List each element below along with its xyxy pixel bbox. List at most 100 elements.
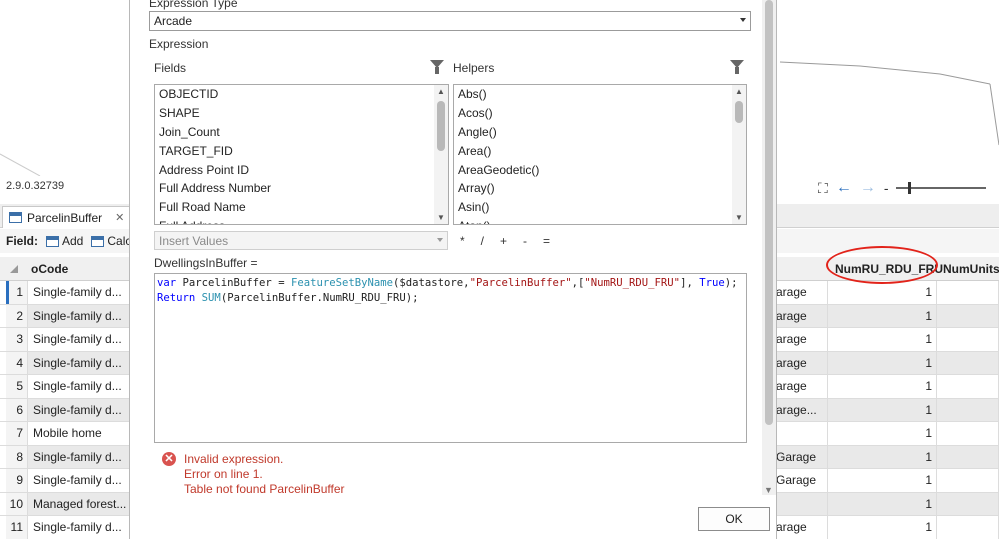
cell-garage[interactable]: arage bbox=[772, 304, 828, 327]
header-numru-rdu-fru[interactable]: NumRU_RDU_FRU bbox=[835, 262, 943, 276]
fit-extent-icon[interactable]: ⛶ bbox=[818, 180, 828, 197]
header-numunits[interactable]: NumUnits_ bbox=[943, 262, 999, 276]
cell-garage[interactable]: Garage bbox=[772, 445, 828, 468]
row-number[interactable]: 3 bbox=[6, 328, 28, 351]
field-list-item[interactable]: SHAPE bbox=[155, 104, 448, 123]
helper-list-item[interactable]: Atan() bbox=[454, 217, 746, 224]
dialog-scrollbar[interactable]: ▼ bbox=[762, 0, 776, 495]
scroll-thumb[interactable] bbox=[735, 101, 743, 123]
cell-garage[interactable]: Garage bbox=[772, 469, 828, 492]
helpers-list[interactable]: Abs() Acos() Angle() Area() AreaGeodetic() Ar… bbox=[453, 84, 747, 225]
cell-code[interactable]: Single-family d... bbox=[28, 469, 130, 492]
field-list-item[interactable]: Address Point ID bbox=[155, 161, 448, 180]
cell-numunits[interactable] bbox=[937, 516, 999, 539]
cell-code[interactable]: Single-family d... bbox=[28, 281, 130, 304]
expression-type-select[interactable]: Arcade bbox=[149, 11, 751, 31]
helper-list-item[interactable]: Acos() bbox=[454, 104, 746, 123]
field-list-item[interactable]: OBJECTID bbox=[155, 85, 448, 104]
cell-code[interactable]: Single-family d... bbox=[28, 445, 130, 468]
insert-values-select[interactable]: Insert Values bbox=[154, 231, 448, 250]
row-number[interactable]: 4 bbox=[6, 351, 28, 374]
row-number[interactable]: 8 bbox=[6, 445, 28, 468]
cell-code[interactable]: Single-family d... bbox=[28, 351, 130, 374]
field-list-item[interactable]: TARGET_FID bbox=[155, 142, 448, 161]
cell-garage[interactable]: arage bbox=[772, 281, 828, 304]
operator-multiply-button[interactable]: * bbox=[460, 234, 465, 248]
field-list-item[interactable]: Full Road Name bbox=[155, 198, 448, 217]
cell-numru-rdu-fru[interactable]: 1 bbox=[828, 375, 937, 398]
scroll-down-icon[interactable]: ▼ bbox=[764, 485, 773, 495]
row-number[interactable]: 9 bbox=[6, 469, 28, 492]
cell-numru-rdu-fru[interactable]: 1 bbox=[828, 492, 937, 515]
add-field-button[interactable]: Add bbox=[46, 234, 83, 248]
cell-numru-rdu-fru[interactable]: 1 bbox=[828, 469, 937, 492]
calculate-field-button[interactable]: Calc bbox=[91, 234, 131, 248]
cell-garage[interactable]: arage... bbox=[772, 398, 828, 421]
cell-numunits[interactable] bbox=[937, 398, 999, 421]
select-all-icon[interactable] bbox=[10, 265, 18, 273]
row-number[interactable]: 10 bbox=[6, 492, 28, 515]
cell-numunits[interactable] bbox=[937, 281, 999, 304]
cell-code[interactable]: Managed forest... bbox=[28, 492, 130, 515]
header-code[interactable]: oCode bbox=[31, 262, 68, 276]
expression-editor[interactable]: var ParcelinBuffer = FeatureSetByName($d… bbox=[154, 273, 747, 443]
cell-garage[interactable] bbox=[772, 492, 828, 515]
ok-button[interactable]: OK bbox=[698, 507, 770, 531]
cell-numru-rdu-fru[interactable]: 1 bbox=[828, 328, 937, 351]
cell-code[interactable]: Mobile home bbox=[28, 422, 130, 445]
scroll-down-icon[interactable]: ▼ bbox=[437, 213, 445, 222]
scroll-up-icon[interactable]: ▲ bbox=[437, 87, 445, 96]
cell-numunits[interactable] bbox=[937, 351, 999, 374]
cell-garage[interactable]: arage bbox=[772, 328, 828, 351]
cell-code[interactable]: Single-family d... bbox=[28, 304, 130, 327]
cell-numunits[interactable] bbox=[937, 492, 999, 515]
operator-divide-button[interactable]: / bbox=[481, 234, 484, 248]
cell-code[interactable]: Single-family d... bbox=[28, 398, 130, 421]
helper-list-item[interactable]: Array() bbox=[454, 179, 746, 198]
scroll-down-icon[interactable]: ▼ bbox=[735, 213, 743, 222]
forward-arrow-icon[interactable]: → bbox=[860, 179, 876, 197]
cell-code[interactable]: Single-family d... bbox=[28, 516, 130, 539]
cell-numru-rdu-fru[interactable]: 1 bbox=[828, 516, 937, 539]
helper-list-item[interactable]: Area() bbox=[454, 142, 746, 161]
row-number[interactable]: 7 bbox=[6, 422, 28, 445]
cell-numunits[interactable] bbox=[937, 445, 999, 468]
row-number[interactable]: 6 bbox=[6, 398, 28, 421]
close-icon[interactable]: ✕ bbox=[115, 211, 124, 224]
operator-plus-button[interactable]: + bbox=[500, 234, 507, 248]
back-arrow-icon[interactable]: ← bbox=[836, 179, 852, 197]
helpers-scrollbar[interactable]: ▲ ▼ bbox=[732, 85, 746, 224]
zoom-minus-icon[interactable]: - bbox=[884, 180, 889, 196]
helper-list-item[interactable]: Angle() bbox=[454, 123, 746, 142]
field-list-item[interactable]: Full Address bbox=[155, 217, 448, 224]
helper-list-item[interactable]: Abs() bbox=[454, 85, 746, 104]
field-list-item[interactable]: Full Address Number bbox=[155, 179, 448, 198]
fields-list[interactable]: OBJECTID SHAPE Join_Count TARGET_FID Address… bbox=[154, 84, 449, 225]
scroll-thumb[interactable] bbox=[437, 101, 445, 151]
cell-numru-rdu-fru[interactable]: 1 bbox=[828, 445, 937, 468]
row-number[interactable]: 2 bbox=[6, 304, 28, 327]
funnel-icon[interactable] bbox=[430, 60, 444, 74]
cell-numru-rdu-fru[interactable]: 1 bbox=[828, 351, 937, 374]
dialog-scroll-thumb[interactable] bbox=[765, 0, 773, 425]
cell-garage[interactable]: arage bbox=[772, 351, 828, 374]
row-number[interactable]: 1 bbox=[6, 281, 28, 304]
field-list-item[interactable]: Join_Count bbox=[155, 123, 448, 142]
row-number[interactable]: 11 bbox=[6, 516, 28, 539]
cell-code[interactable]: Single-family d... bbox=[28, 328, 130, 351]
cell-numru-rdu-fru[interactable]: 1 bbox=[828, 304, 937, 327]
cell-garage[interactable]: arage bbox=[772, 516, 828, 539]
cell-numru-rdu-fru[interactable]: 1 bbox=[828, 281, 937, 304]
funnel-icon[interactable] bbox=[730, 60, 744, 74]
zoom-slider[interactable] bbox=[896, 182, 987, 194]
cell-numunits[interactable] bbox=[937, 469, 999, 492]
helper-list-item[interactable]: AreaGeodetic() bbox=[454, 161, 746, 180]
tab-parcelinbuffer[interactable]: ParcelinBuffer ✕ bbox=[2, 206, 132, 228]
fields-scrollbar[interactable]: ▲ ▼ bbox=[434, 85, 448, 224]
cell-numunits[interactable] bbox=[937, 422, 999, 445]
operator-minus-button[interactable]: - bbox=[523, 234, 527, 248]
cell-numru-rdu-fru[interactable]: 1 bbox=[828, 398, 937, 421]
cell-garage[interactable]: arage bbox=[772, 375, 828, 398]
helper-list-item[interactable]: Asin() bbox=[454, 198, 746, 217]
cell-numunits[interactable] bbox=[937, 375, 999, 398]
